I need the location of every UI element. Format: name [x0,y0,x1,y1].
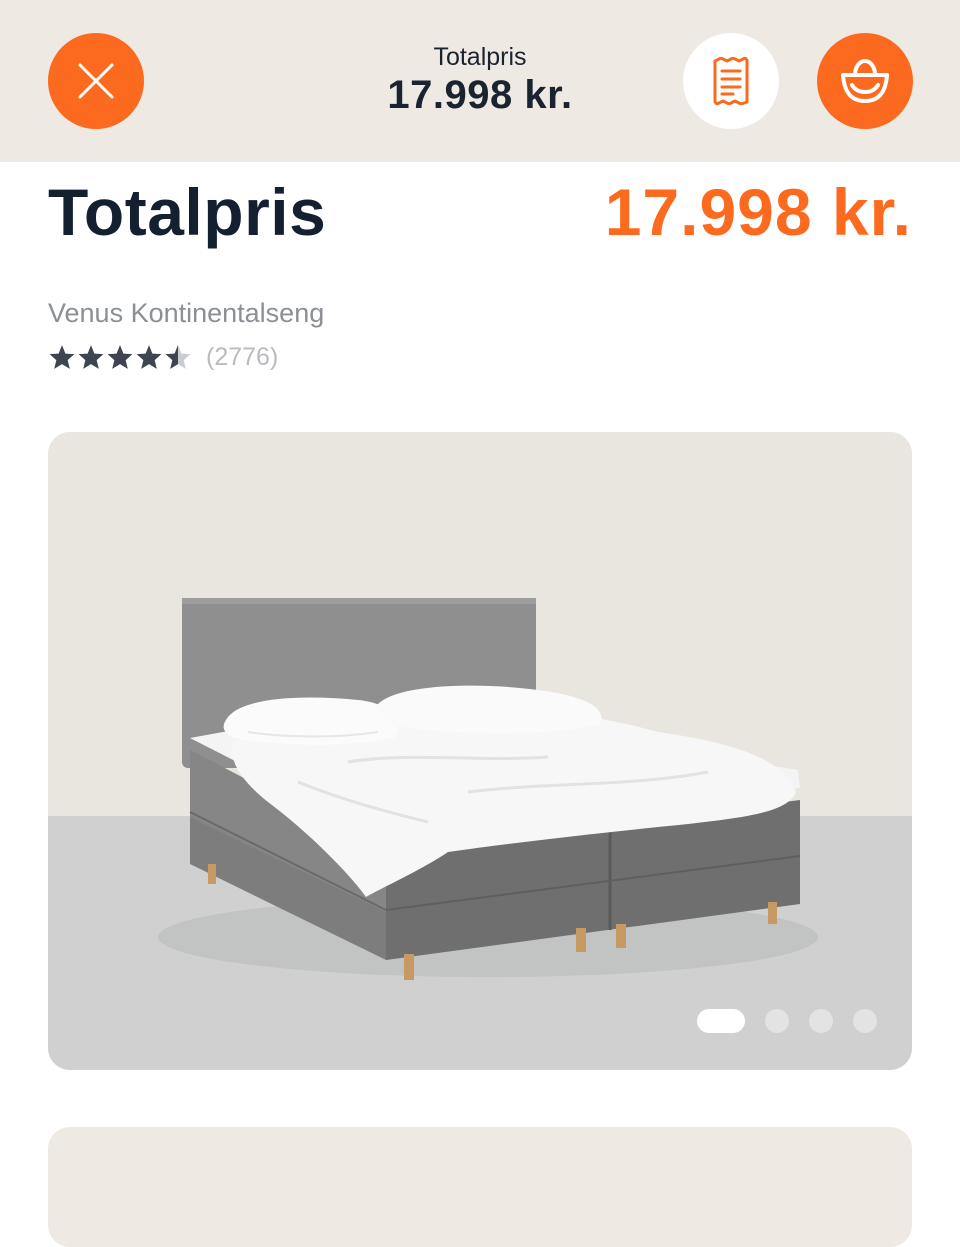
carousel-dot-3[interactable] [809,1009,833,1033]
product-image-carousel[interactable] [48,432,912,1070]
shopping-basket-icon [841,58,889,103]
receipt-icon [713,57,749,105]
top-bar: Totalpris 17.998 kr. [0,0,960,162]
header-total: Totalpris 17.998 kr. [300,42,660,118]
review-count: (2776) [206,342,279,371]
close-button[interactable] [48,33,144,129]
product-name: Venus Kontinentalseng [48,298,325,328]
star-icon [136,345,162,369]
star-icon [78,345,104,369]
receipt-button[interactable] [683,33,779,129]
close-icon [78,63,114,99]
star-icon [49,345,75,369]
star-icon [107,345,133,369]
carousel-dot-1[interactable] [697,1009,745,1033]
cart-button[interactable] [817,33,913,129]
next-section-card [48,1127,912,1247]
header-total-label: Totalpris [433,43,527,71]
continental-bed-photo [48,432,912,1070]
carousel-pagination [697,1009,877,1033]
page-title: Totalpris [48,175,327,249]
rating-stars [48,344,192,370]
header-total-price: 17.998 kr. [387,73,573,117]
total-price: 17.998 kr. [604,175,912,249]
carousel-dot-4[interactable] [853,1009,877,1033]
carousel-dot-2[interactable] [765,1009,789,1033]
half-star-icon [165,345,191,369]
product-rating[interactable]: (2776) [48,340,278,374]
